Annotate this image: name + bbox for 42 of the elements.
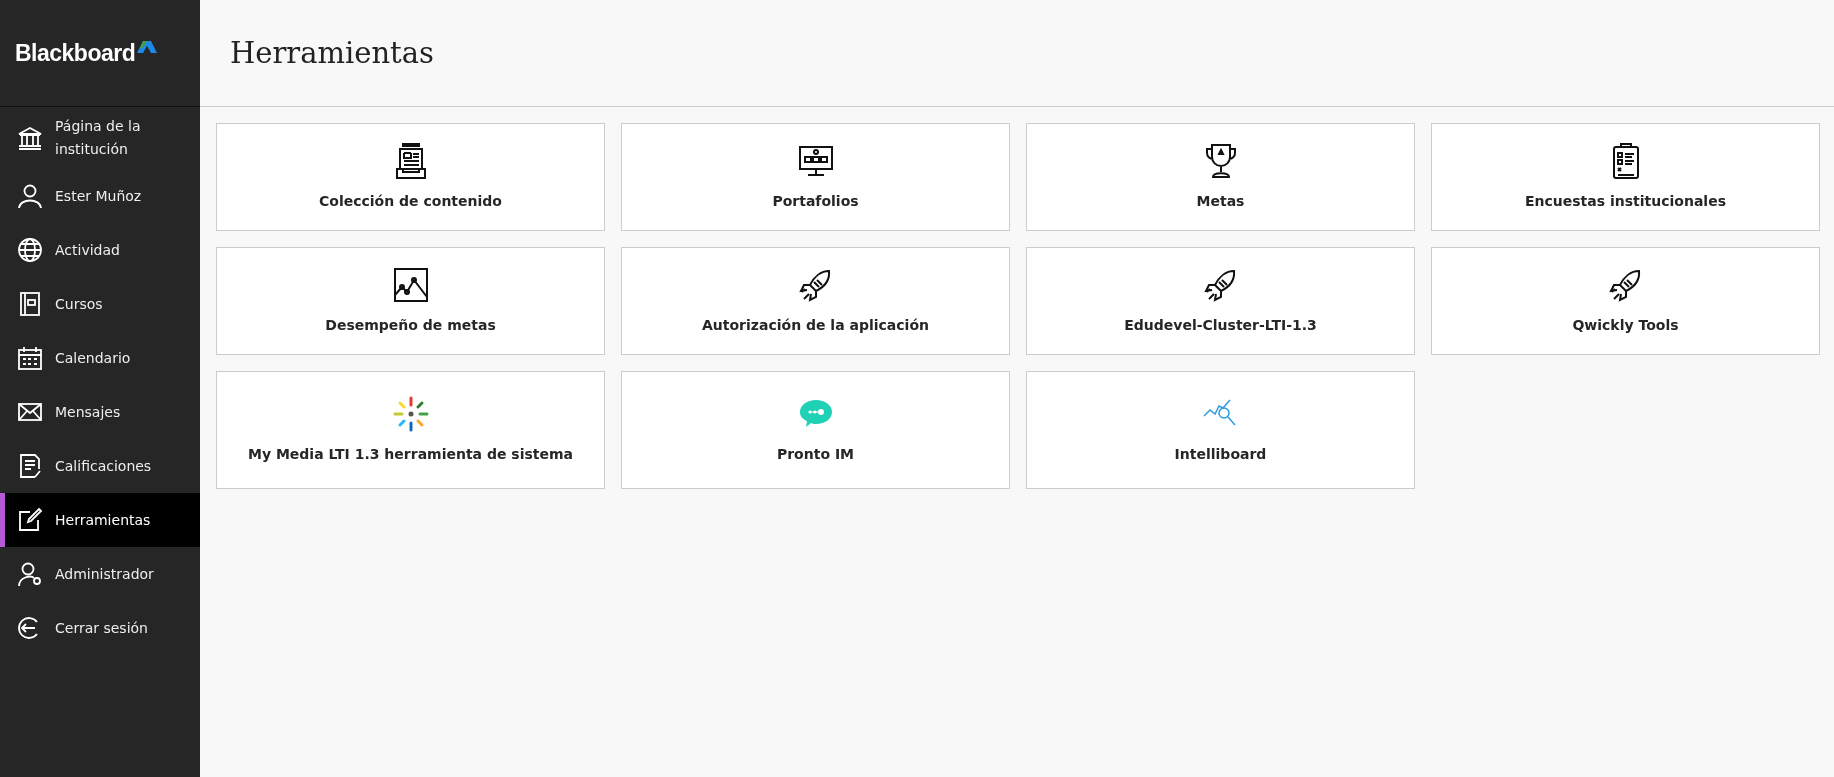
person-icon [17,183,43,209]
institution-icon [17,125,43,151]
nav-item[interactable]: Ester Muñoz [0,169,200,223]
tool-label: Colección de contenido [319,193,502,209]
nav-item[interactable]: Administrador [0,547,200,601]
calendar-icon [17,345,43,371]
tool-card[interactable]: Metas [1026,123,1415,231]
nav-item[interactable]: Mensajes [0,385,200,439]
tool-label: My Media LTI 1.3 herramienta de sistema [247,446,574,462]
edit-icon [17,507,43,533]
tool-card[interactable]: Edudevel-Cluster-LTI-1.3 [1026,247,1415,355]
page-title: Herramientas [230,36,434,70]
nav-item[interactable]: Calendario [0,331,200,385]
tool-label: Encuestas institucionales [1525,193,1726,209]
tool-card[interactable]: Colección de contenido [216,123,605,231]
tool-card[interactable]: Intelliboard [1026,371,1415,489]
nav-item[interactable]: Cerrar sesión [0,601,200,655]
nav-item[interactable]: Calificaciones [0,439,200,493]
tool-label: Desempeño de metas [325,317,496,333]
gradebook-icon [17,453,43,479]
tool-label: Metas [1196,193,1245,209]
nav-item[interactable]: Herramientas [0,493,200,547]
tool-label: Pronto IM [776,446,855,462]
globe-icon [17,237,43,263]
tool-card[interactable]: Encuestas institucionales [1431,123,1820,231]
tool-card[interactable]: Qwickly Tools [1431,247,1820,355]
tool-card[interactable]: Portafolios [621,123,1010,231]
logo-icon [137,41,158,53]
logo-text: Blackboard [15,39,136,67]
tool-label: Portafolios [772,193,859,209]
tool-card[interactable]: Autorización de la aplicación [621,247,1010,355]
tool-card[interactable]: My Media LTI 1.3 herramienta de sistema [216,371,605,489]
tool-card[interactable]: Desempeño de metas [216,247,605,355]
tool-card[interactable]: Pronto IM [621,371,1010,489]
book-icon [17,291,43,317]
tool-label: Edudevel-Cluster-LTI-1.3 [1124,317,1317,333]
tool-label: Intelliboard [1174,446,1267,462]
nav-item[interactable]: Actividad [0,223,200,277]
tool-label: Qwickly Tools [1572,317,1679,333]
nav-item[interactable]: Página de la institución [0,107,200,169]
nav-item[interactable]: Cursos [0,277,200,331]
tool-label: Autorización de la aplicación [702,317,929,333]
